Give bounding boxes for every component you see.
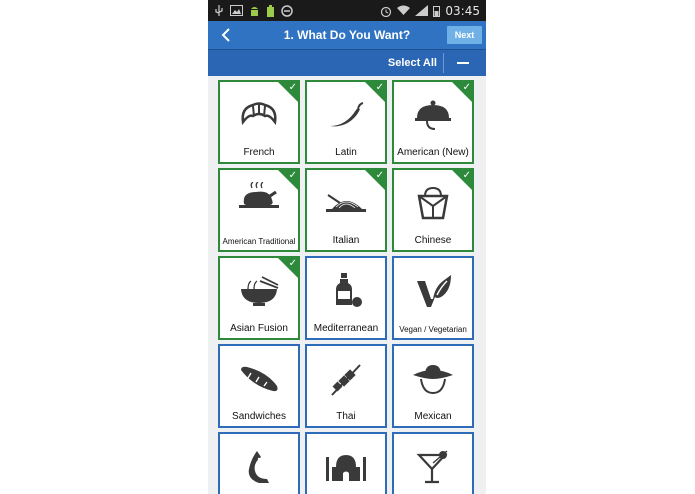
cloche-icon	[415, 100, 451, 130]
tile-6[interactable]: ✓ Asian Fusion	[218, 256, 300, 340]
tile-8[interactable]: Vegan / Vegetarian	[392, 256, 474, 340]
tile-label-8: Vegan / Vegetarian	[399, 325, 467, 334]
tile-3[interactable]: ✓ American Traditional	[218, 168, 300, 252]
takeout-box-icon	[417, 186, 449, 220]
signal-icon	[415, 5, 429, 16]
select-all-button[interactable]: Select All	[388, 57, 437, 69]
tile-2[interactable]: ✓ American (New)	[392, 80, 474, 164]
wifi-icon	[397, 5, 411, 15]
chevron-left-icon	[221, 28, 230, 42]
tile-14[interactable]	[392, 432, 474, 494]
croissant-icon	[241, 102, 277, 126]
blocked-icon	[281, 4, 293, 17]
vegan-leaf-icon	[417, 275, 451, 307]
alarm-icon	[381, 6, 392, 17]
tile-4[interactable]: ✓ Italian	[305, 168, 387, 252]
tile-12[interactable]	[218, 432, 300, 494]
pasta-plate-icon	[326, 194, 366, 212]
tile-label-9: Sandwiches	[232, 411, 286, 422]
divider	[443, 53, 444, 73]
tile-label-5: Chinese	[414, 235, 452, 246]
android-icon	[251, 6, 258, 16]
selection-bar: Select All	[208, 49, 486, 76]
tile-9[interactable]: Sandwiches	[218, 344, 300, 428]
tile-7[interactable]: Mediterranean	[305, 256, 387, 340]
tile-label-3: American Traditional	[222, 237, 296, 246]
tile-0[interactable]: ✓ French	[218, 80, 300, 164]
battery-app-icon	[267, 4, 274, 17]
tile-label-1: Latin	[335, 147, 357, 158]
status-bar: 03:45	[208, 0, 486, 21]
battery-icon	[433, 5, 441, 17]
mosque-icon	[326, 455, 366, 481]
page-title: 1. What Do You Want?	[283, 28, 411, 42]
status-time: 03:45	[445, 3, 480, 18]
deselect-all-button[interactable]	[454, 62, 472, 64]
roast-turkey-icon	[239, 182, 279, 208]
tile-label-10: Thai	[336, 411, 356, 422]
usb-icon	[215, 4, 223, 16]
tile-label-0: French	[243, 147, 275, 158]
tile-1[interactable]: ✓ Latin	[305, 80, 387, 164]
tile-label-2: American (New)	[397, 147, 469, 158]
bread-icon	[241, 366, 278, 392]
sombrero-icon	[413, 365, 453, 395]
cocktail-icon	[416, 450, 448, 484]
phone-screen: 03:45 1. What Do You Want? Next Select A…	[208, 0, 486, 494]
back-button[interactable]	[214, 21, 238, 49]
tile-11[interactable]: Mexican	[392, 344, 474, 428]
tile-5[interactable]: ✓ Chinese	[392, 168, 474, 252]
tile-10[interactable]: Thai	[305, 344, 387, 428]
next-button[interactable]: Next	[447, 26, 482, 44]
tile-label-11: Mexican	[414, 411, 452, 422]
fish-icon	[248, 451, 269, 483]
minus-icon	[457, 62, 469, 64]
tile-label-6: Asian Fusion	[230, 323, 288, 334]
picture-icon	[230, 5, 243, 16]
skewer-icon	[331, 364, 361, 396]
noodle-bowl-icon	[241, 276, 279, 306]
action-bar: 1. What Do You Want? Next	[208, 21, 486, 49]
olive-oil-icon	[336, 273, 362, 307]
chili-pepper-icon	[330, 102, 364, 127]
tile-label-4: Italian	[332, 235, 360, 246]
tile-13[interactable]	[305, 432, 387, 494]
tile-label-7: Mediterranean	[313, 323, 379, 334]
